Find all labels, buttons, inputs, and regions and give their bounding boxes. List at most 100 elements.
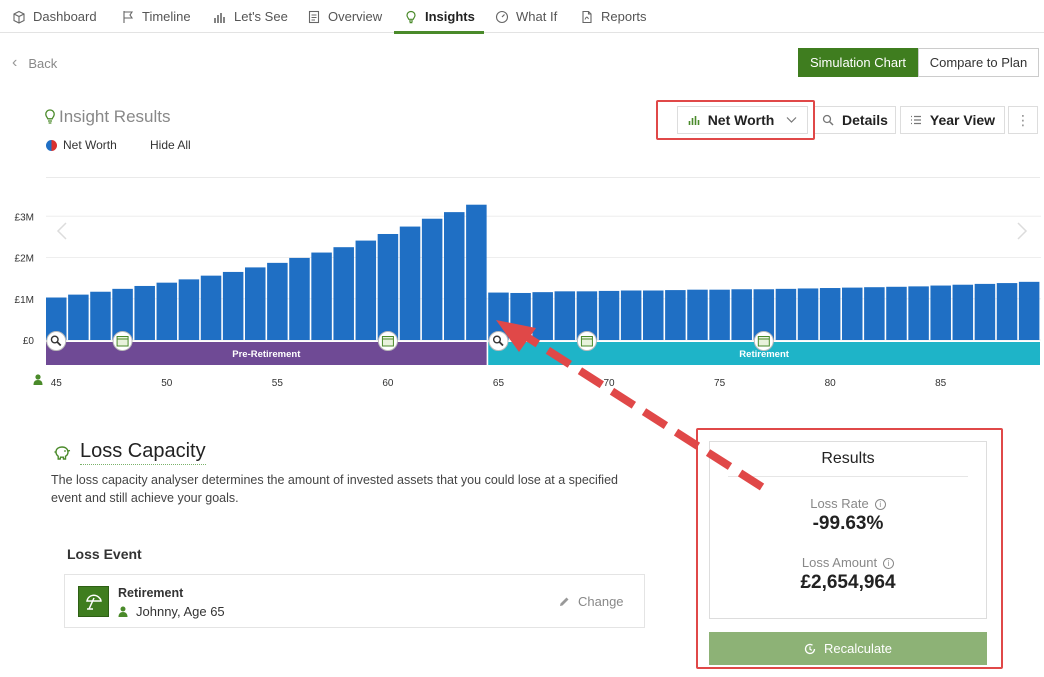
event-title: Retirement xyxy=(118,586,184,600)
y-tick-label: £3M xyxy=(15,212,34,223)
bar xyxy=(819,288,841,340)
tab-lets-see[interactable]: Let's See xyxy=(213,0,288,33)
tab-label: Timeline xyxy=(142,9,191,24)
bar xyxy=(886,286,907,340)
marker-circle xyxy=(46,331,67,351)
phase-label: Pre-Retirement xyxy=(232,349,301,360)
bar xyxy=(974,283,996,340)
x-tick-label: 70 xyxy=(603,378,615,389)
tab-reports[interactable]: Reports xyxy=(580,0,647,33)
back-label: Back xyxy=(28,55,58,71)
calendar-icon xyxy=(757,336,770,347)
y-tick-label: £0 xyxy=(23,336,35,347)
loss-amount-value: £2,654,964 xyxy=(800,572,896,593)
bar xyxy=(267,262,288,340)
loss-capacity-description: The loss capacity analyser determines th… xyxy=(51,473,618,505)
loss-capacity-header: Loss Capacity xyxy=(52,440,206,465)
beach-umbrella-icon xyxy=(78,586,109,617)
bar xyxy=(643,290,664,340)
bar xyxy=(421,218,443,340)
tab-dashboard[interactable]: Dashboard xyxy=(12,0,97,33)
tab-insights[interactable]: Insights xyxy=(394,0,484,34)
recalculate-button[interactable]: Recalculate xyxy=(709,632,987,665)
x-tick-label: 60 xyxy=(382,378,394,389)
bar xyxy=(68,294,89,340)
legend-label: Net Worth xyxy=(63,138,117,152)
loss-event-label: Loss Event xyxy=(67,546,142,562)
person-icon xyxy=(33,380,43,385)
bar xyxy=(333,247,354,340)
tab-label: What If xyxy=(516,9,558,24)
chart-selector-dropdown[interactable]: Net Worth xyxy=(677,106,808,134)
info-icon[interactable]: i xyxy=(874,499,886,510)
change-event-button[interactable]: Change xyxy=(558,594,624,609)
net-worth-chart: £3M£2M£1M£0Pre-Retirement Retirement45 50 5… xyxy=(15,204,1041,389)
loss-rate-label-row: Loss Rate i xyxy=(710,496,986,511)
chart-selector-label: Net Worth xyxy=(707,112,775,128)
bar xyxy=(311,252,332,340)
legend-net-worth[interactable]: Net Worth xyxy=(46,138,117,152)
bar xyxy=(952,284,974,340)
loss-amount-label-row: Loss Amount i xyxy=(710,555,986,570)
info-icon[interactable]: i xyxy=(883,558,895,569)
top-nav: Dashboard Timeline Let's See Overview In… xyxy=(0,0,1044,34)
compare-to-plan-button[interactable]: Compare to Plan xyxy=(918,48,1039,77)
results-title: Results xyxy=(821,450,875,467)
bar xyxy=(222,271,244,340)
x-tick-label: 75 xyxy=(714,378,726,389)
document-icon xyxy=(308,10,320,23)
details-label: Details xyxy=(842,112,888,128)
bar xyxy=(245,267,266,340)
insight-results-title: Insight Results xyxy=(44,107,171,127)
tab-label: Reports xyxy=(601,9,647,24)
tab-label: Let's See xyxy=(234,9,288,24)
bar xyxy=(842,287,863,340)
simulation-chart-button[interactable]: Simulation Chart xyxy=(798,48,918,77)
bar xyxy=(444,212,465,340)
back-link[interactable]: ‹ Back xyxy=(12,54,57,72)
divider xyxy=(728,476,968,477)
hide-all-link[interactable]: Hide All xyxy=(150,138,191,152)
loss-rate-value: -99.63% xyxy=(812,513,884,534)
search-icon xyxy=(822,114,834,126)
bar xyxy=(134,285,155,340)
bar xyxy=(864,287,885,340)
details-button[interactable]: Details xyxy=(814,106,896,134)
bar xyxy=(466,204,487,340)
refresh-icon xyxy=(804,643,816,654)
bar xyxy=(178,279,200,340)
pdf-icon xyxy=(582,10,592,23)
tab-timeline[interactable]: Timeline xyxy=(121,0,191,33)
insight-results-label: Insight Results xyxy=(59,107,171,126)
change-label: Change xyxy=(578,594,624,609)
bar xyxy=(289,257,310,340)
calendar-icon xyxy=(116,336,129,347)
bar xyxy=(554,291,576,340)
tab-label: Insights xyxy=(425,9,475,24)
list-icon xyxy=(910,115,921,125)
tab-label: Overview xyxy=(328,9,383,24)
loss-event-card: Retirement Johnny, Age 65 Change xyxy=(64,574,645,628)
x-tick-label: 80 xyxy=(825,378,837,389)
more-options-button[interactable]: ⋮ xyxy=(1008,106,1038,134)
x-tick-label: 50 xyxy=(161,378,173,389)
bar-chart-icon xyxy=(214,12,225,23)
tab-label: Dashboard xyxy=(33,9,97,24)
bar xyxy=(598,290,620,340)
bar xyxy=(775,288,797,340)
loss-rate-label: Loss Rate xyxy=(810,496,869,511)
year-view-button[interactable]: Year View xyxy=(900,106,1005,134)
bar-chart-icon xyxy=(688,116,699,125)
y-tick-label: £2M xyxy=(15,254,34,265)
bar xyxy=(908,286,929,340)
x-tick-label: 65 xyxy=(493,378,505,389)
bar xyxy=(687,289,708,340)
tab-overview[interactable]: Overview xyxy=(307,0,382,33)
bar xyxy=(156,282,178,340)
bar xyxy=(200,275,222,340)
tab-what-if[interactable]: What If xyxy=(495,0,557,33)
x-tick-label: 45 xyxy=(51,378,63,389)
bar xyxy=(510,292,531,340)
lightbulb-icon xyxy=(45,109,55,124)
marker-circle xyxy=(488,331,509,351)
